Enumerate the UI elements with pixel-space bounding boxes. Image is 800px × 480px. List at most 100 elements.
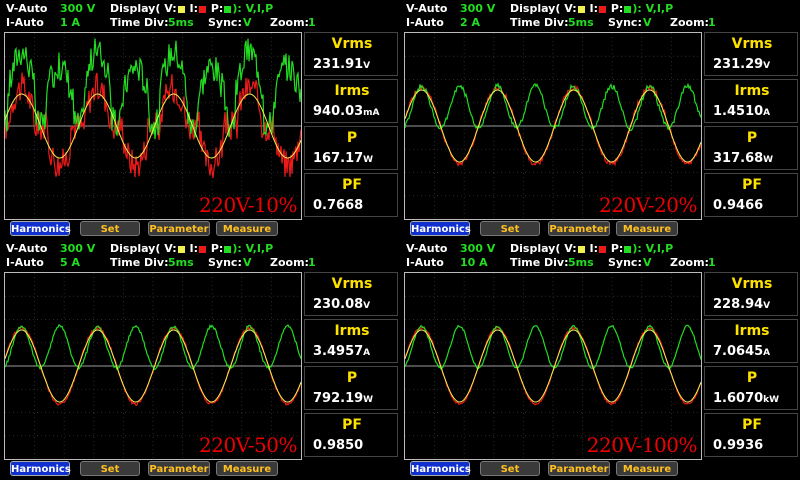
voltage-range[interactable]: 300 V — [60, 2, 95, 15]
parameter-button[interactable]: Parameter — [548, 221, 610, 236]
zoom-value[interactable]: 1 — [308, 16, 316, 29]
power-box: P 317.68W — [704, 126, 798, 170]
irms-label: Irms — [334, 323, 370, 339]
parameter-button[interactable]: Parameter — [148, 461, 210, 476]
current-swatch-icon — [599, 245, 606, 253]
set-button[interactable]: Set — [480, 461, 540, 476]
measure-button[interactable]: Measure — [216, 461, 278, 476]
parameter-button[interactable]: Parameter — [148, 221, 210, 236]
display-label: Display( V: I: P:): V,I,P — [110, 242, 274, 255]
sync-label: Sync: — [208, 16, 242, 29]
set-button[interactable]: Set — [480, 221, 540, 236]
softkey-bar: Harmonics Set Parameter Measure — [400, 461, 800, 478]
current-range[interactable]: 10 A — [460, 256, 488, 269]
sync-value[interactable]: V — [243, 256, 252, 269]
time-div-value[interactable]: 5ms — [568, 256, 594, 269]
harmonics-button[interactable]: Harmonics — [410, 461, 471, 476]
waveform-plot: 220V-20% — [404, 32, 702, 220]
display-label: Display( V: I: P:): V,I,P — [510, 242, 674, 255]
measure-button[interactable]: Measure — [616, 461, 678, 476]
vrms-label: Vrms — [331, 36, 373, 52]
zoom-value[interactable]: 1 — [708, 16, 716, 29]
load-tag: 220V-100% — [586, 433, 698, 457]
irms-label: Irms — [734, 323, 770, 339]
pf-label: PF — [742, 177, 762, 193]
sync-value[interactable]: V — [643, 256, 652, 269]
time-div-value[interactable]: 5ms — [168, 256, 194, 269]
pf-box: PF 0.9936 — [704, 413, 798, 457]
v-auto-label: V-Auto — [406, 2, 448, 15]
vrms-box: Vrms 230.08V — [304, 272, 398, 316]
zoom-label: Zoom: — [670, 16, 709, 29]
scope-panel-1: V-Auto 300 V I-Auto 1 A Display( V: I: P… — [0, 0, 400, 240]
vrms-box: Vrms 231.29V — [704, 32, 798, 76]
power-value: 1.6070kW — [713, 391, 780, 406]
status-header: V-Auto 300 V I-Auto 2 A Display( V: I: P… — [400, 0, 800, 32]
time-div-label: Time Div: — [510, 256, 569, 269]
voltage-range[interactable]: 300 V — [460, 242, 495, 255]
pf-label: PF — [342, 417, 362, 433]
waveform-svg — [5, 33, 301, 219]
pf-label: PF — [342, 177, 362, 193]
measurement-panel: Vrms 228.94V Irms 7.0645A P 1.6070kW PF … — [704, 272, 798, 458]
time-div-label: Time Div: — [110, 256, 169, 269]
sync-value[interactable]: V — [643, 16, 652, 29]
voltage-swatch-icon — [577, 5, 585, 13]
power-box: P 1.6070kW — [704, 366, 798, 410]
softkey-bar: Harmonics Set Parameter Measure — [0, 221, 400, 238]
power-label: P — [346, 130, 358, 146]
current-range[interactable]: 2 A — [460, 16, 480, 29]
set-button[interactable]: Set — [80, 221, 140, 236]
zoom-value[interactable]: 1 — [308, 256, 316, 269]
zoom-value[interactable]: 1 — [708, 256, 716, 269]
irms-label: Irms — [734, 83, 770, 99]
sync-label: Sync: — [608, 16, 642, 29]
voltage-range[interactable]: 300 V — [60, 242, 95, 255]
sync-value[interactable]: V — [243, 16, 252, 29]
waveform-svg — [405, 33, 701, 219]
current-swatch-icon — [199, 5, 206, 13]
display-label: Display( V: I: P:): V,I,P — [110, 2, 274, 15]
time-div-label: Time Div: — [510, 16, 569, 29]
pf-value: 0.9936 — [713, 438, 764, 453]
harmonics-button[interactable]: Harmonics — [410, 221, 471, 236]
vrms-label: Vrms — [731, 36, 773, 52]
power-trace — [405, 82, 701, 131]
parameter-button[interactable]: Parameter — [548, 461, 610, 476]
zoom-label: Zoom: — [670, 256, 709, 269]
set-button[interactable]: Set — [80, 461, 140, 476]
harmonics-button[interactable]: Harmonics — [10, 221, 71, 236]
voltage-range[interactable]: 300 V — [460, 2, 495, 15]
zoom-label: Zoom: — [270, 16, 309, 29]
load-tag: 220V-50% — [199, 433, 298, 457]
power-swatch-icon — [224, 245, 232, 253]
status-header: V-Auto 300 V I-Auto 5 A Display( V: I: P… — [0, 240, 400, 272]
waveform-svg — [405, 273, 701, 459]
irms-value: 940.03mA — [313, 104, 380, 119]
time-div-value[interactable]: 5ms — [168, 16, 194, 29]
voltage-swatch-icon — [577, 245, 585, 253]
current-range[interactable]: 5 A — [60, 256, 80, 269]
current-swatch-icon — [199, 245, 206, 253]
irms-box: Irms 3.4957A — [304, 319, 398, 363]
v-auto-label: V-Auto — [406, 242, 448, 255]
harmonics-button[interactable]: Harmonics — [10, 461, 71, 476]
irms-value: 1.4510A — [713, 104, 771, 119]
power-swatch-icon — [624, 5, 632, 13]
pf-value: 0.9850 — [313, 438, 364, 453]
time-div-value[interactable]: 5ms — [568, 16, 594, 29]
current-range[interactable]: 1 A — [60, 16, 80, 29]
pf-box: PF 0.9466 — [704, 173, 798, 217]
current-swatch-icon — [599, 5, 606, 13]
v-auto-label: V-Auto — [6, 2, 48, 15]
measure-button[interactable]: Measure — [616, 221, 678, 236]
softkey-bar: Harmonics Set Parameter Measure — [400, 221, 800, 238]
voltage-swatch-icon — [177, 5, 185, 13]
measure-button[interactable]: Measure — [216, 221, 278, 236]
waveform-plot: 220V-10% — [4, 32, 302, 220]
vrms-value: 228.94V — [713, 297, 771, 312]
pf-box: PF 0.7668 — [304, 173, 398, 217]
pf-label: PF — [742, 417, 762, 433]
sync-label: Sync: — [208, 256, 242, 269]
irms-value: 7.0645A — [713, 344, 771, 359]
